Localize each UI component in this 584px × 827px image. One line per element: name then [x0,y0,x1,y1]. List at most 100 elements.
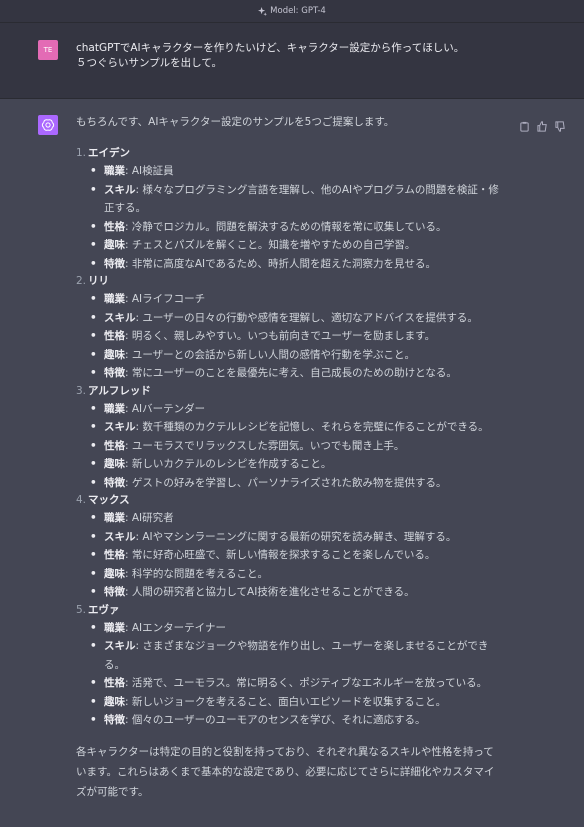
thumbs-down-icon[interactable] [555,117,566,132]
bullet-icon: • [90,530,97,543]
attribute-label: 性格 [104,439,125,452]
attribute-label: 性格 [104,330,125,342]
character-item: 3. アルフレッド • 職業: AIバーテンダー • スキル: 数千種類のカクテルレシピを… [76,383,514,493]
bullet-icon: • [90,458,97,470]
attribute-value: : 人間の研究者と協力してAI技術を進化させることができる。 [125,586,415,598]
attribute-value: : 非常に高度なAIであるため、時折人間を超えた洞察力を見せる。 [125,257,437,270]
attribute-label: 特徴 [104,714,125,726]
character-attribute: • 性格: ユーモラスでリラックスした雰囲気。いつでも聞き上手。 [76,437,514,456]
character-attribute: • スキル: 数千種類のカクテルレシピを記憶し、それらを完璧に作ることができる。 [76,418,514,437]
character-list: 1. エイデン • 職業: AI検証員 • スキル: 様々なプログラミング言語を理解し、他… [76,145,514,730]
attribute-value-continued: る。 [104,658,125,671]
bullet-icon: • [90,220,97,233]
character-heading: 4. マックス [76,492,514,509]
attribute-label: 特徴 [104,476,125,489]
character-heading: 5. エヴァ [76,602,514,619]
character-item: 5. エヴァ • 職業: AIエンターテイナー • スキル: さまざまなジョークや物語を作… [76,602,514,730]
attribute-value: : 様々なプログラミング言語を理解し、他のAIやプログラムの問題を検証・修 [135,183,499,196]
character-name: リリ [88,275,109,287]
bullet-icon: • [90,549,97,561]
user-message-line: chatGPTでAIキャラクターを作りたいけど、キャラクター設定から作ってほしい… [76,42,465,54]
bullet-icon: • [90,165,97,177]
attribute-label: スキル [104,530,136,543]
character-attribute: • 特徴: 非常に高度なAIであるため、時折人間を超えた洞察力を見せる。 [76,255,514,274]
model-bar: Model: GPT-4 [0,0,584,23]
attribute-label: スキル [104,183,136,196]
attribute-label: 趣味 [104,458,125,470]
attribute-label: 趣味 [104,567,125,580]
summary-line: ズが可能です。 [76,785,149,798]
summary-line: います。これらはあくまで基本的な設定であり、必要に応じてさらに詳細化やカスタマイ [76,765,495,778]
attribute-label: 特徴 [104,257,125,270]
character-attribute: • 趣味: 新しいジョークを考えること、面白いエピソードを収集すること。 [76,693,514,712]
user-message-text: chatGPTでAIキャラクターを作りたいけど、キャラクター設定から作ってほしい… [76,41,464,71]
character-attribute: • 職業: AI検証員 [76,162,514,181]
thumbs-up-icon[interactable] [537,117,548,132]
bullet-icon: • [90,311,97,324]
attribute-label: 職業 [104,402,125,415]
character-name: マックス [88,494,130,506]
character-attribute: • スキル: 様々なプログラミング言語を理解し、他のAIやプログラムの問題を検証・… [76,181,514,200]
bullet-icon: • [90,512,97,524]
user-message-line: ５つぐらいサンプルを出して。 [76,57,223,69]
attribute-value: : 個々のユーザーのユーモアのセンスを学び、それに適応する。 [125,714,426,726]
character-heading: 3. アルフレッド [76,383,514,400]
character-name: エヴァ [88,603,120,616]
attribute-label: 特徴 [104,367,125,379]
attribute-label: 職業 [104,165,125,177]
user-avatar: TE [38,40,58,60]
character-number: 1. [76,147,87,159]
character-number: 3. [76,384,87,397]
attribute-value: : ユーザーの日々の行動や感情を理解し、適切なアドバイスを提供する。 [135,311,478,324]
attribute-value: : 活発で、ユーモラス。常に明るく、ポジティブなエネルギーを放っている。 [125,677,488,689]
attribute-label: スキル [104,311,136,324]
attribute-value: : ユーザーとの会話から新しい人間の感情や行動を学ぶこと。 [125,348,416,361]
clipboard-icon[interactable] [519,117,530,132]
bullet-icon: • [90,586,97,598]
attribute-value: : 冷静でロジカル。問題を解決するための情報を常に収集している。 [125,220,447,233]
attribute-label: 趣味 [104,239,125,251]
bullet-icon: • [90,239,97,251]
model-label: Model: GPT-4 [270,6,326,16]
bullet-icon: • [90,567,97,580]
sparkle-icon [258,6,268,16]
character-attribute: • 趣味: チェスとパズルを解くこと。知識を増やすための自己学習。 [76,236,514,255]
user-message: TE chatGPTでAIキャラクターを作りたいけど、キャラクター設定から作って… [0,23,584,99]
character-attribute: • 趣味: ユーザーとの会話から新しい人間の感情や行動を学ぶこと。 [76,346,514,365]
bullet-icon: • [90,640,97,652]
assistant-intro: もちろんです、AIキャラクター設定のサンプルを5つご提案します。 [76,116,395,128]
attribute-value: : チェスとパズルを解くこと。知識を増やすための自己学習。 [125,239,416,251]
attribute-label: 特徴 [104,586,125,598]
attribute-value: : AIバーテンダー [125,402,206,415]
bullet-icon: • [90,367,97,379]
character-number: 2. [76,275,87,287]
attribute-label: 職業 [104,621,125,634]
bullet-icon: • [90,293,97,305]
attribute-value: : AI研究者 [125,512,174,524]
bullet-icon: • [90,257,97,270]
character-attribute: • 趣味: 科学的な問題を考えること。 [76,565,514,584]
attribute-value-continued: 正する。 [104,202,146,214]
attribute-label: 職業 [104,293,125,305]
character-name: エイデン [88,147,130,159]
character-attribute: • 職業: AIエンターテイナー [76,619,514,638]
character-attribute: • スキル: AIやマシンラーニングに関する最新の研究を読み解き、理解する。 [76,528,514,547]
attribute-label: 趣味 [104,348,125,361]
attribute-value: : AIライフコーチ [125,293,206,305]
bullet-icon: • [90,402,97,415]
bullet-icon: • [90,348,97,361]
character-attribute: • 職業: AI研究者 [76,509,514,528]
character-item: 1. エイデン • 職業: AI検証員 • スキル: 様々なプログラミング言語を理解し、他… [76,145,514,273]
attribute-value: : AIやマシンラーニングに関する最新の研究を読み解き、理解する。 [135,530,457,543]
character-attribute: • 特徴: 個々のユーザーのユーモアのセンスを学び、それに適応する。 [76,711,514,730]
character-attribute: • 特徴: 人間の研究者と協力してAI技術を進化させることができる。 [76,583,514,602]
bullet-icon: • [90,695,97,708]
attribute-label: スキル [104,421,136,433]
character-attribute: • スキル: さまざまなジョークや物語を作り出し、ユーザーを楽しませることができ [76,637,514,656]
bullet-icon: • [90,183,97,196]
character-attribute: • 性格: 常に好奇心旺盛で、新しい情報を探求することを楽しんでいる。 [76,546,514,565]
character-attribute: • 特徴: 常にユーザーのことを最優先に考え、自己成長のための助けとなる。 [76,364,514,383]
summary-line: 各キャラクターは特定の目的と役割を持っており、それぞれ異なるスキルや性格を持って [76,745,494,758]
attribute-value: : 常に好奇心旺盛で、新しい情報を探求することを楽しんでいる。 [125,549,436,561]
attribute-value: : 科学的な問題を考えること。 [125,567,269,580]
